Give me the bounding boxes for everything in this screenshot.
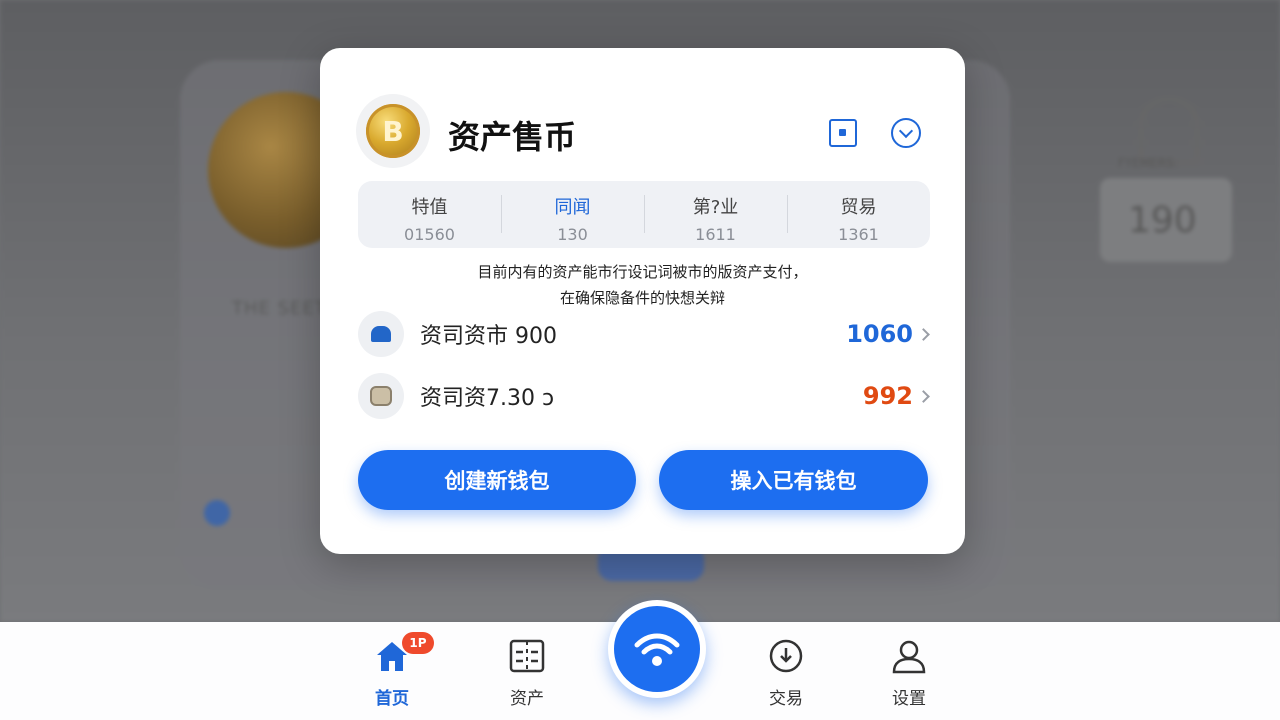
stat-label: 第?业 xyxy=(692,197,739,218)
tab-assets[interactable]: 资产 xyxy=(487,638,567,709)
chevron-right-icon xyxy=(917,389,930,403)
user-icon xyxy=(892,640,926,674)
stat-item: 第?业 1611 xyxy=(644,181,787,248)
asset-row[interactable]: 资司资市 900 1060 xyxy=(358,310,930,358)
asset-row-label: 资司资市 900 xyxy=(420,324,557,349)
asset-row-value: 1060 xyxy=(846,320,913,348)
import-wallet-button[interactable]: 操入已有钱包 xyxy=(659,450,928,510)
tab-label: 资产 xyxy=(510,689,544,709)
stat-item: 特值 01560 xyxy=(358,181,501,248)
assets-icon xyxy=(509,639,545,673)
tab-trade[interactable]: 交易 xyxy=(746,638,826,709)
asset-row[interactable]: 资司资7.30 ↄ 992 xyxy=(358,372,930,420)
bag-icon xyxy=(358,373,404,419)
tab-label: 首页 xyxy=(375,689,409,709)
tab-label: 设置 xyxy=(892,689,926,709)
bitcoin-icon: B xyxy=(366,104,420,158)
background-lock-label: FYEMERS: xyxy=(1118,156,1178,170)
notification-badge: 1P xyxy=(402,632,434,654)
asset-dialog: B 资产售币 特值 01560 同闻 130 第?业 1611 贸易 1361 … xyxy=(320,48,965,554)
stats-bar: 特值 01560 同闻 130 第?业 1611 贸易 1361 xyxy=(358,181,930,248)
chevron-right-icon xyxy=(917,327,930,341)
stat-label: 贸易 xyxy=(840,197,877,218)
create-wallet-button[interactable]: 创建新钱包 xyxy=(358,450,636,510)
download-circle-icon xyxy=(769,639,803,673)
stat-value: 1611 xyxy=(695,225,736,244)
stat-label: 特值 xyxy=(411,197,448,218)
coin-avatar: B xyxy=(356,94,430,168)
home-icon xyxy=(358,311,404,357)
stat-value: 130 xyxy=(557,225,588,244)
stat-item: 同闻 130 xyxy=(501,181,644,248)
background-lock-value: 190 xyxy=(1128,200,1197,241)
stat-value: 01560 xyxy=(404,225,455,244)
tab-settings[interactable]: 设置 xyxy=(869,638,949,709)
dialog-title: 资产售币 xyxy=(448,118,577,156)
dialog-description: 目前内有的资产能市行设记词被市的版资产支付， 在确保隐备件的快想关辩 xyxy=(360,259,925,311)
asset-row-label: 资司资7.30 ↄ xyxy=(420,386,555,411)
background-dot-icon xyxy=(204,500,230,526)
stat-value: 1361 xyxy=(838,225,879,244)
scan-square-icon[interactable] xyxy=(829,119,857,147)
description-line: 目前内有的资产能市行设记词被市的版资产支付， xyxy=(477,263,808,281)
chevron-down-icon[interactable] xyxy=(891,118,921,148)
background-text: THE SEET xyxy=(232,298,327,319)
center-action-button[interactable] xyxy=(608,600,706,698)
asset-row-value: 992 xyxy=(862,382,913,410)
description-line: 在确保隐备件的快想关辩 xyxy=(559,289,725,307)
tab-label: 交易 xyxy=(769,689,803,709)
stat-label: 同闻 xyxy=(554,197,591,218)
stat-item: 贸易 1361 xyxy=(787,181,930,248)
wifi-icon xyxy=(634,633,680,666)
